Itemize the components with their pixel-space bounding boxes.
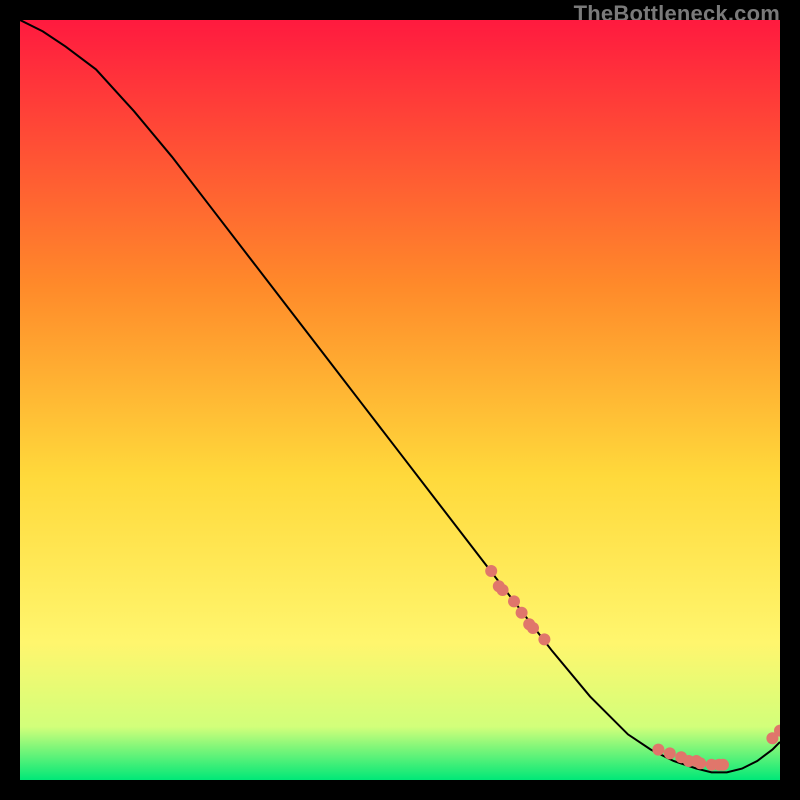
data-marker bbox=[508, 595, 520, 607]
data-marker bbox=[664, 747, 676, 759]
data-marker bbox=[497, 584, 509, 596]
chart-container: TheBottleneck.com bbox=[0, 0, 800, 800]
data-marker bbox=[694, 757, 706, 769]
data-marker bbox=[485, 565, 497, 577]
gradient-background bbox=[20, 20, 780, 780]
bottleneck-chart bbox=[20, 20, 780, 780]
data-marker bbox=[527, 622, 539, 634]
data-marker bbox=[652, 744, 664, 756]
data-marker bbox=[538, 633, 550, 645]
data-marker bbox=[516, 607, 528, 619]
data-marker bbox=[717, 759, 729, 771]
